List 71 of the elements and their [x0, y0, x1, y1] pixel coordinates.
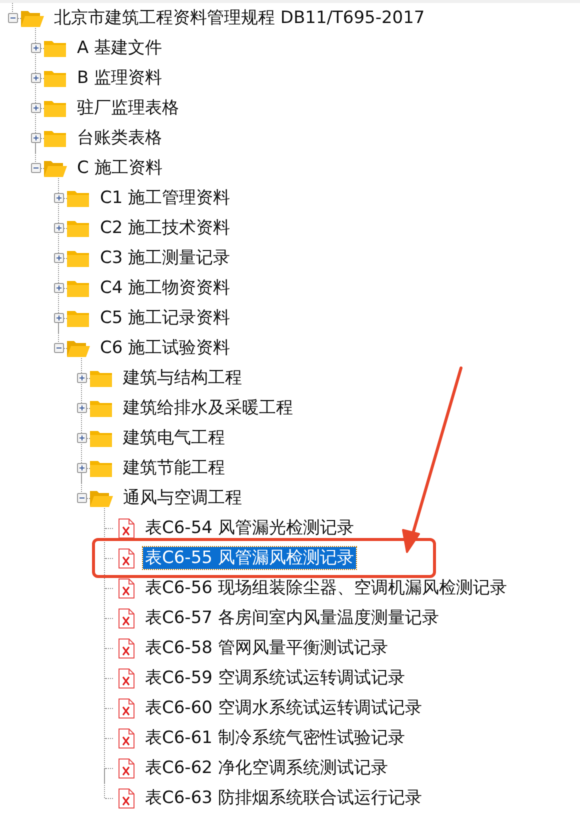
folder-icon: [66, 218, 90, 238]
document-icon: [118, 758, 135, 778]
tree-item[interactable]: 表C6-58 管网风量平衡测试记录: [143, 637, 390, 659]
tree-item[interactable]: 通风与空调工程: [121, 487, 244, 509]
tree-item[interactable]: 台账类表格: [75, 127, 164, 149]
tree-item[interactable]: A 基建文件: [75, 37, 164, 59]
open-folder-icon: [66, 338, 90, 358]
tree-item[interactable]: C6 施工试验资料: [98, 337, 232, 359]
tree-item[interactable]: 表C6-62 净化空调系统测试记录: [143, 757, 390, 779]
tree-item[interactable]: 建筑节能工程: [121, 457, 227, 479]
open-folder-icon: [43, 158, 67, 178]
expand-icon[interactable]: [54, 193, 64, 203]
document-icon: [118, 608, 135, 628]
expand-icon[interactable]: [54, 283, 64, 293]
folder-icon: [43, 68, 67, 88]
tree-item[interactable]: 北京市建筑工程资料管理规程 DB11/T695-2017: [52, 7, 427, 29]
document-icon: [118, 788, 135, 808]
collapse-icon[interactable]: [31, 163, 41, 173]
expand-icon[interactable]: [77, 403, 87, 413]
expand-icon[interactable]: [77, 463, 87, 473]
tree-item[interactable]: 表C6-54 风管漏光检测记录: [143, 517, 356, 539]
document-icon: [118, 638, 135, 658]
folder-icon: [66, 278, 90, 298]
document-icon: [118, 698, 135, 718]
tree-item[interactable]: 建筑电气工程: [121, 427, 227, 449]
expand-icon[interactable]: [31, 133, 41, 143]
folder-icon: [89, 368, 113, 388]
tree-item[interactable]: C5 施工记录资料: [98, 307, 232, 329]
tree-item[interactable]: 表C6-61 制冷系统气密性试验记录: [143, 727, 407, 749]
document-icon: [118, 548, 135, 568]
expand-icon[interactable]: [31, 73, 41, 83]
tree-item[interactable]: B 监理资料: [75, 67, 164, 89]
document-icon: [118, 518, 135, 538]
open-folder-icon: [20, 8, 44, 28]
tree-item[interactable]: C 施工资料: [75, 157, 164, 179]
collapse-icon[interactable]: [77, 493, 87, 503]
tree-item[interactable]: C2 施工技术资料: [98, 217, 232, 239]
expand-icon[interactable]: [77, 433, 87, 443]
expand-icon[interactable]: [31, 103, 41, 113]
tree-item[interactable]: 建筑与结构工程: [121, 367, 244, 389]
tree-item[interactable]: C3 施工测量记录: [98, 247, 232, 269]
folder-icon: [66, 308, 90, 328]
folder-icon: [89, 428, 113, 448]
collapse-icon[interactable]: [54, 343, 64, 353]
folder-icon: [89, 458, 113, 478]
folder-icon: [66, 248, 90, 268]
tree-item[interactable]: 表C6-60 空调水系统试运转调试记录: [143, 697, 424, 719]
collapse-icon[interactable]: [8, 13, 18, 23]
folder-icon: [43, 98, 67, 118]
expand-icon[interactable]: [77, 373, 87, 383]
document-icon: [118, 668, 135, 688]
expand-icon[interactable]: [54, 223, 64, 233]
expand-icon[interactable]: [54, 253, 64, 263]
folder-icon: [89, 398, 113, 418]
tree-item[interactable]: 表C6-56 现场组装除尘器、空调机漏风检测记录: [143, 577, 509, 599]
expand-icon[interactable]: [31, 43, 41, 53]
document-icon: [118, 728, 135, 748]
folder-icon: [66, 188, 90, 208]
tree-item[interactable]: 驻厂监理表格: [75, 97, 181, 119]
folder-icon: [43, 128, 67, 148]
tree-item[interactable]: 表C6-59 空调系统试运转调试记录: [143, 667, 407, 689]
folder-icon: [43, 38, 67, 58]
tree-item[interactable]: C4 施工物资资料: [98, 277, 232, 299]
expand-icon[interactable]: [54, 313, 64, 323]
open-folder-icon: [89, 488, 113, 508]
tree-item[interactable]: 表C6-63 防排烟系统联合试运行记录: [143, 787, 424, 809]
tree-item[interactable]: 表C6-55 风管漏风检测记录: [143, 547, 356, 569]
document-icon: [118, 578, 135, 598]
tree-item[interactable]: 表C6-57 各房间室内风量温度测量记录: [143, 607, 441, 629]
tree-item[interactable]: C1 施工管理资料: [98, 187, 232, 209]
tree-item[interactable]: 建筑给排水及采暖工程: [121, 397, 295, 419]
